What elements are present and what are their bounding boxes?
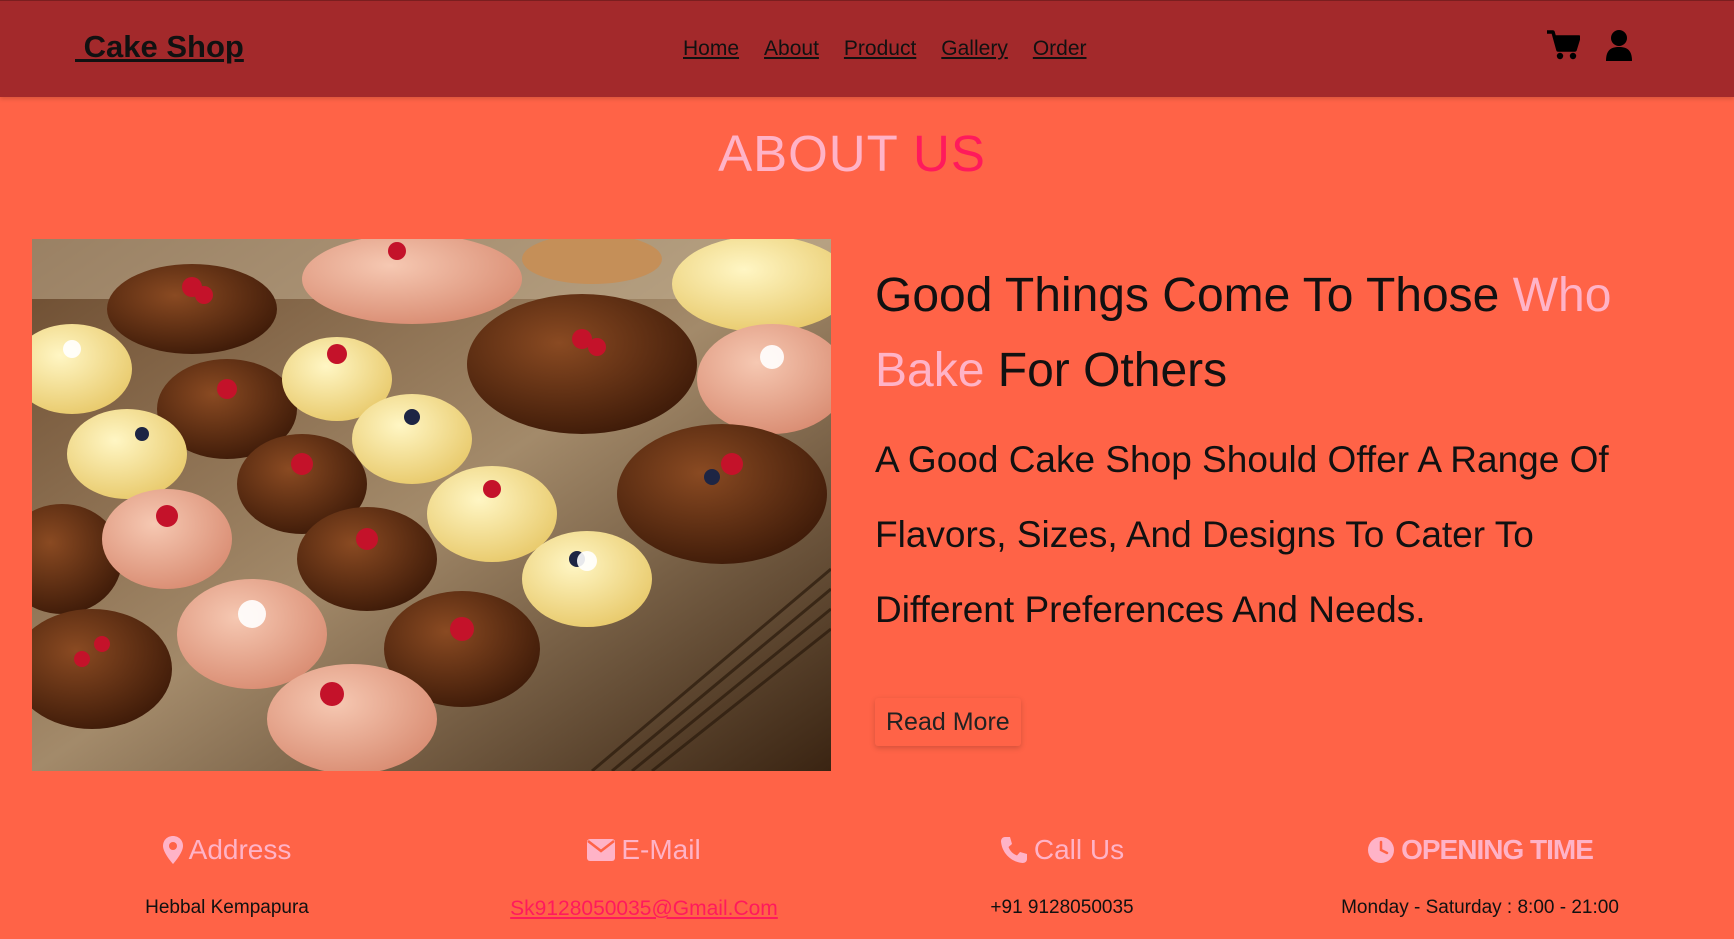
nav-home-link[interactable]: Home: [683, 37, 739, 61]
email-block: E-Mail Sk9128050035@Gmail.Com: [434, 832, 854, 921]
about-description: A Good Cake Shop Should Offer A Range Of…: [875, 439, 1609, 630]
main-nav: Home About Product Gallery Order: [683, 37, 1087, 61]
map-marker-icon: [162, 836, 183, 864]
nav-order-link[interactable]: Order: [1033, 37, 1087, 61]
address-value: Hebbal Kempapura: [145, 897, 309, 918]
navbar: Cake Shop Home About Product Gallery Ord…: [0, 0, 1734, 97]
headline-part1: Good Things Come To Those: [875, 269, 1513, 322]
section-title: ABOUT US: [0, 124, 1704, 183]
nav-gallery-link[interactable]: Gallery: [941, 37, 1008, 61]
cakes-image: [32, 239, 831, 771]
user-icon[interactable]: [1605, 29, 1633, 61]
opening-time-heading: OPENING TIME: [1270, 832, 1690, 868]
phone-block: Call Us +91 9128050035: [852, 832, 1272, 919]
email-link[interactable]: Sk9128050035@Gmail.Com: [434, 897, 854, 921]
opening-time-label: OPENING TIME: [1401, 834, 1594, 865]
phone-value: +91 9128050035: [990, 897, 1134, 918]
email-label: E-Mail: [621, 834, 701, 865]
site-logo[interactable]: Cake Shop: [75, 29, 244, 65]
phone-label: Call Us: [1033, 834, 1125, 865]
read-more-button[interactable]: Read More: [875, 698, 1021, 746]
phone-icon: [1000, 837, 1027, 863]
nav-icons: [1546, 29, 1633, 61]
address-label: Address: [188, 834, 292, 865]
section-title-part2: US: [913, 125, 986, 182]
opening-time-block: OPENING TIME Monday - Saturday : 8:00 - …: [1270, 832, 1690, 919]
nav-about-link[interactable]: About: [764, 37, 819, 61]
opening-time-value: Monday - Saturday : 8:00 - 21:00: [1341, 897, 1619, 918]
phone-heading: Call Us: [852, 832, 1272, 868]
clock-icon: [1368, 837, 1395, 863]
nav-product-link[interactable]: Product: [844, 37, 916, 61]
headline-part3: For Others: [984, 344, 1228, 397]
cart-icon[interactable]: [1546, 29, 1580, 61]
address-block: Address Hebbal Kempapura: [17, 832, 437, 919]
section-title-part1: ABOUT: [718, 125, 914, 182]
about-headline: Good Things Come To Those Who Bake For O…: [875, 258, 1675, 408]
address-heading: Address: [17, 832, 437, 868]
about-text: Good Things Come To Those Who Bake For O…: [875, 258, 1675, 647]
envelope-icon: [587, 839, 616, 861]
email-heading: E-Mail: [434, 832, 854, 868]
